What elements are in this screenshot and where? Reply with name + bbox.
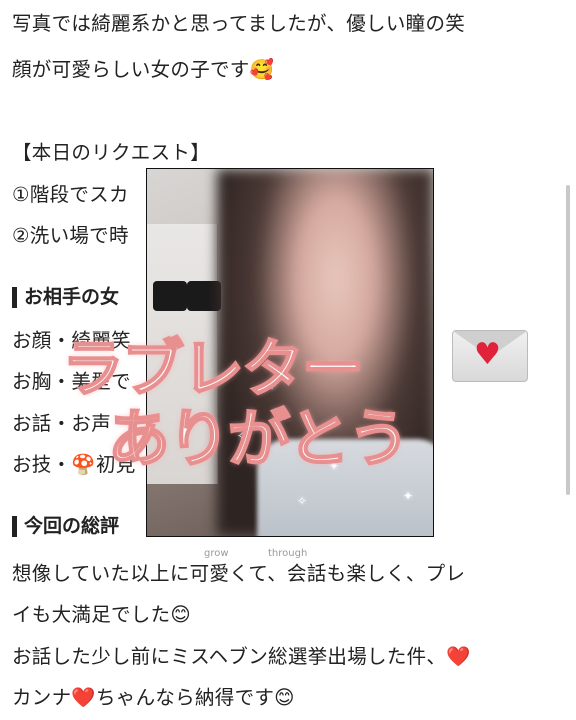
poster-logo [153, 281, 187, 311]
poster-logo [187, 281, 221, 311]
review-line: カンナ❤️ちゃんなら納得です😊 [12, 686, 295, 709]
section-heading-review: 今回の総評 [12, 512, 119, 540]
story-title-line-2: ありがとう [107, 401, 411, 476]
section-heading-partner: お相手の女 [12, 283, 119, 311]
review-line: イも大満足でした😊 [12, 603, 192, 626]
rating-talk: お話・お声 [12, 412, 112, 435]
scrollbar[interactable] [566, 185, 570, 495]
watermark-text: grow [204, 548, 229, 559]
review-line: お話した少し前にミスヘブン総選挙出場した件、❤️ [12, 645, 471, 668]
sparkle-icon: ✧ [297, 494, 308, 508]
request-item-1: ①階段でスカ [12, 183, 129, 206]
watermark-text: through [268, 548, 308, 559]
envelope-icon: ♥ [452, 330, 528, 382]
review-line: 想像していた以上に可愛くて、会話も楽しく、プレ [12, 562, 466, 585]
heart-icon: ♥ [474, 337, 501, 372]
request-heading: 【本日のリクエスト】 [12, 141, 211, 164]
sparkle-icon: ✦ [403, 489, 414, 503]
article-line: 顔が可愛らしい女の子です🥰 [12, 58, 275, 81]
request-item-2: ②洗い場で時 [12, 224, 129, 247]
article-line: 写真では綺麗系かと思ってましたが、優しい瞳の笑 [12, 12, 466, 35]
